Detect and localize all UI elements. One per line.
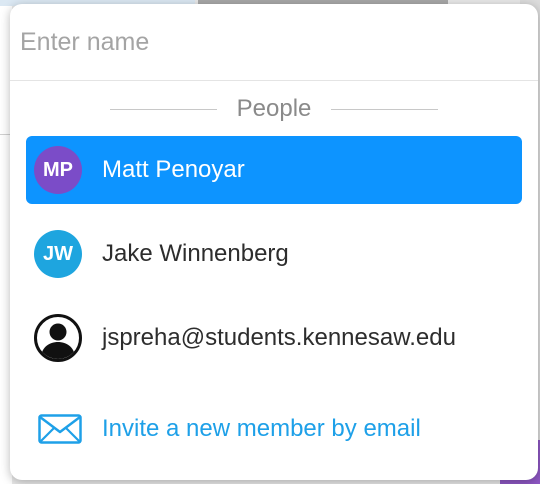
- member-picker-popover: People MP Matt Penoyar JW Jake Winnenber…: [10, 4, 538, 480]
- avatar-initials: MP: [43, 158, 73, 181]
- person-name: Jake Winnenberg: [102, 240, 289, 267]
- avatar: JW: [34, 230, 82, 278]
- user-silhouette-icon: [34, 314, 82, 362]
- user-silhouette-graphic: [40, 323, 76, 359]
- name-search-input[interactable]: [18, 16, 522, 68]
- person-email: jspreha@students.kennesaw.edu: [102, 324, 456, 351]
- people-section-header: People: [110, 94, 439, 124]
- people-section-label: People: [236, 95, 312, 122]
- person-row-email-user[interactable]: jspreha@students.kennesaw.edu: [26, 304, 522, 372]
- person-name: Matt Penoyar: [102, 156, 245, 183]
- avatar: MP: [34, 146, 82, 194]
- divider-rule-right: [331, 108, 439, 110]
- invite-by-email-link[interactable]: Invite a new member by email: [26, 402, 522, 456]
- people-list: MP Matt Penoyar JW Jake Winnenberg jspre…: [26, 136, 522, 388]
- avatar-initials: JW: [43, 242, 73, 265]
- search-box: [10, 4, 538, 81]
- invite-label: Invite a new member by email: [102, 415, 421, 442]
- person-row-jake-winnenberg[interactable]: JW Jake Winnenberg: [26, 220, 522, 288]
- person-row-matt-penoyar[interactable]: MP Matt Penoyar: [26, 136, 522, 204]
- divider-rule-left: [110, 108, 217, 110]
- envelope-icon: [38, 414, 82, 444]
